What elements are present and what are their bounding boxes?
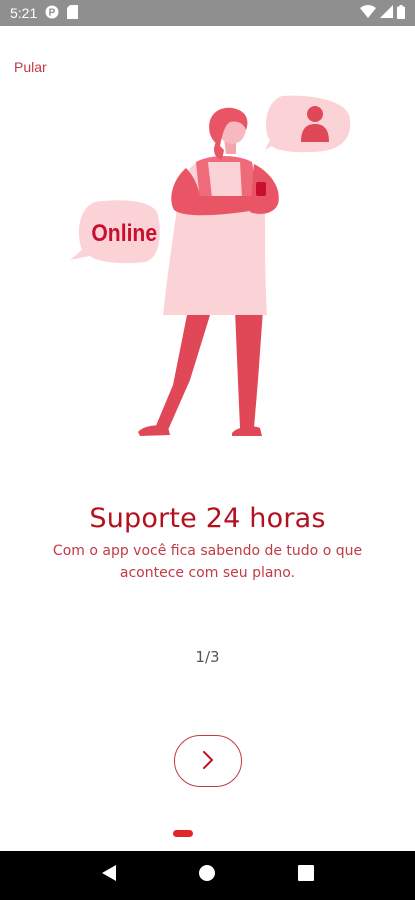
battery-icon [397, 4, 405, 22]
status-left: 5:21 P [10, 4, 79, 22]
sd-card-icon [67, 4, 79, 22]
back-icon [101, 864, 117, 887]
speech-bubble-left: Online [70, 200, 160, 264]
wifi-icon [360, 5, 376, 21]
home-icon [198, 864, 216, 887]
app-notification-icon: P [45, 5, 59, 22]
chevron-right-icon [201, 750, 215, 773]
onboarding-screen: 5:21 P Pular Online Suporte 24 horas Com… [0, 0, 415, 900]
home-button[interactable] [192, 861, 222, 891]
slide-title: Suporte 24 horas [89, 503, 326, 534]
signal-icon [380, 5, 393, 21]
next-button[interactable] [174, 735, 242, 787]
status-bar: 5:21 P [0, 0, 415, 26]
recents-icon [297, 865, 314, 886]
bubble-online-text: Online [91, 220, 157, 247]
slide-subtitle: Com o app você fica sabendo de tudo o qu… [52, 543, 363, 581]
woman-figure [138, 107, 279, 436]
onboarding-illustration: Online [60, 90, 360, 450]
skip-button[interactable]: Pular [14, 59, 47, 75]
back-button[interactable] [94, 861, 124, 891]
speech-bubble-right [265, 95, 351, 153]
status-right [360, 4, 405, 22]
recents-button[interactable] [291, 861, 321, 891]
page-counter: 1/3 [195, 648, 220, 666]
svg-text:P: P [49, 7, 56, 18]
active-page-dot [173, 830, 193, 837]
system-nav-bar [0, 851, 415, 900]
status-time: 5:21 [10, 5, 38, 21]
